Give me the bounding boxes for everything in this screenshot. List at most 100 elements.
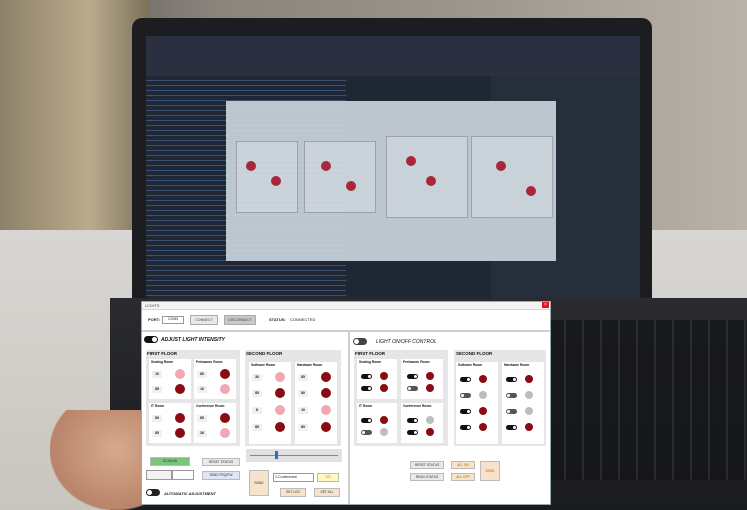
intensity-second-floor: SECOND FLOOR Software Room 30 85 8 85 Ha…	[245, 350, 341, 446]
status-label: STATUS:	[269, 317, 286, 322]
connect-button[interactable]: CONNECT	[190, 315, 218, 325]
room-name: Seating Room	[359, 360, 382, 364]
intensity-value[interactable]: 80	[298, 390, 308, 397]
intensity-value[interactable]: 26	[197, 430, 207, 437]
light-switch[interactable]	[361, 418, 372, 423]
set-led-button[interactable]: SET LED	[280, 488, 306, 497]
floor-title: SECOND FLOOR	[456, 351, 493, 356]
intensity-value[interactable]: 85	[152, 430, 162, 437]
lamp-icon	[479, 375, 487, 383]
room-name: Seating Room	[151, 360, 174, 364]
intensity-value[interactable]: 85	[152, 386, 162, 393]
light-switch[interactable]	[460, 425, 471, 430]
light-switch[interactable]	[460, 377, 471, 382]
lamp-icon	[525, 375, 533, 383]
onoff-second-floor: SECOND FLOOR Software Room Hardware Room	[454, 350, 546, 446]
room-name: Hardware Room	[297, 363, 323, 367]
light-switch[interactable]	[407, 430, 418, 435]
room-name: Hardware Room	[504, 363, 530, 367]
light-switch[interactable]	[506, 393, 517, 398]
room-perhaaron: Perhaaron Room 85 10	[194, 359, 236, 399]
intensity-value[interactable]: 8	[252, 407, 262, 414]
onoff-read-status-button[interactable]: READ STATUS	[410, 473, 444, 481]
light-switch[interactable]	[407, 374, 418, 379]
light-switch[interactable]	[407, 418, 418, 423]
intensity-first-floor: FIRST FLOOR Seating Room 10 85 Perhaaron…	[146, 350, 240, 446]
light-switch[interactable]	[361, 430, 372, 435]
onoff-toggle[interactable]	[353, 338, 367, 345]
all-off-button[interactable]: ALL OFF	[451, 473, 475, 481]
bulb-icon	[321, 405, 331, 415]
bulb-icon	[175, 428, 185, 438]
onoff-reset-status-button[interactable]: RESET STATUS	[410, 461, 444, 469]
value-field-100[interactable]: 100	[317, 473, 339, 482]
lamp-icon	[525, 391, 533, 399]
room-name: Perhaaron Room	[403, 360, 430, 364]
lamp-icon	[380, 416, 388, 424]
light-switch[interactable]	[506, 425, 517, 430]
lamp-icon	[426, 416, 434, 424]
onoff-room-seating: Seating Room	[357, 359, 397, 399]
connection-bar: PORT: COM3 CONNECT DISCONNECT STATUS: CO…	[142, 310, 550, 330]
light-switch[interactable]	[361, 374, 372, 379]
onoff-room-software: Software Room	[456, 362, 498, 444]
intensity-value[interactable]: 10	[152, 371, 162, 378]
intensity-value[interactable]: 85	[252, 424, 262, 431]
intensity-value[interactable]: 85	[197, 371, 207, 378]
onoff-send-button[interactable]: SEND	[480, 461, 500, 481]
bulb-icon	[175, 413, 185, 423]
disconnect-button[interactable]: DISCONNECT	[224, 315, 256, 325]
light-switch[interactable]	[506, 409, 517, 414]
intensity-value[interactable]: 85	[252, 390, 262, 397]
light-switch[interactable]	[460, 409, 471, 414]
intensity-toggle[interactable]	[144, 336, 158, 343]
all-on-button[interactable]: ALL ON	[451, 461, 475, 469]
scan-button[interactable]: SCAN/4N	[150, 457, 190, 466]
bulb-icon	[275, 422, 285, 432]
intensity-header: ADJUST LIGHT INTENSITY	[161, 337, 225, 343]
lamp-icon	[380, 428, 388, 436]
room-seating: Seating Room 10 85	[149, 359, 191, 399]
send-freq-button[interactable]: SEND FRQ/FW	[202, 471, 240, 480]
send-button[interactable]: SEND	[249, 470, 269, 496]
divider	[142, 330, 550, 332]
bulb-icon	[275, 388, 285, 398]
intensity-value[interactable]: 85	[197, 415, 207, 422]
port-label: PORT:	[148, 317, 160, 322]
lights-app-window: LIGHTS × PORT: COM3 CONNECT DISCONNECT S…	[141, 301, 551, 505]
title-bar: LIGHTS ×	[142, 302, 550, 310]
light-switch[interactable]	[460, 393, 471, 398]
light-switch[interactable]	[361, 386, 372, 391]
value-input[interactable]	[146, 470, 172, 480]
close-button[interactable]: ×	[542, 302, 549, 308]
lamp-icon	[380, 372, 388, 380]
light-switch[interactable]	[506, 377, 517, 382]
onoff-room-hardware: Hardware Room	[502, 362, 544, 444]
lamp-icon	[380, 384, 388, 392]
bulb-icon	[220, 384, 230, 394]
room-name: Perhaaron Room	[196, 360, 223, 364]
intensity-value[interactable]: 10	[298, 407, 308, 414]
port-input[interactable]: COM3	[162, 316, 184, 324]
bulb-icon	[175, 369, 185, 379]
intensity-value[interactable]: 89	[152, 415, 162, 422]
lamp-icon	[426, 384, 434, 392]
light-switch[interactable]	[407, 386, 418, 391]
lamp-icon	[479, 407, 487, 415]
intensity-slider[interactable]	[246, 449, 342, 462]
bulb-icon	[220, 413, 230, 423]
value-input-2[interactable]	[172, 470, 194, 480]
intensity-value[interactable]: 30	[252, 374, 262, 381]
intensity-value[interactable]: 85	[298, 374, 308, 381]
reset-status-button[interactable]: RESET STATUS	[202, 458, 240, 466]
room-name: IT Room	[359, 404, 373, 408]
set-all-button[interactable]: SET ALL	[314, 488, 340, 497]
slider-thumb[interactable]	[275, 451, 278, 459]
bulb-icon	[321, 372, 331, 382]
intensity-value[interactable]: 89	[298, 424, 308, 431]
bulb-icon	[321, 422, 331, 432]
lamp-icon	[479, 423, 487, 431]
conference-select[interactable]: 2-Conferencei	[273, 473, 314, 482]
intensity-value[interactable]: 10	[197, 386, 207, 393]
auto-adjust-toggle[interactable]	[146, 489, 160, 496]
